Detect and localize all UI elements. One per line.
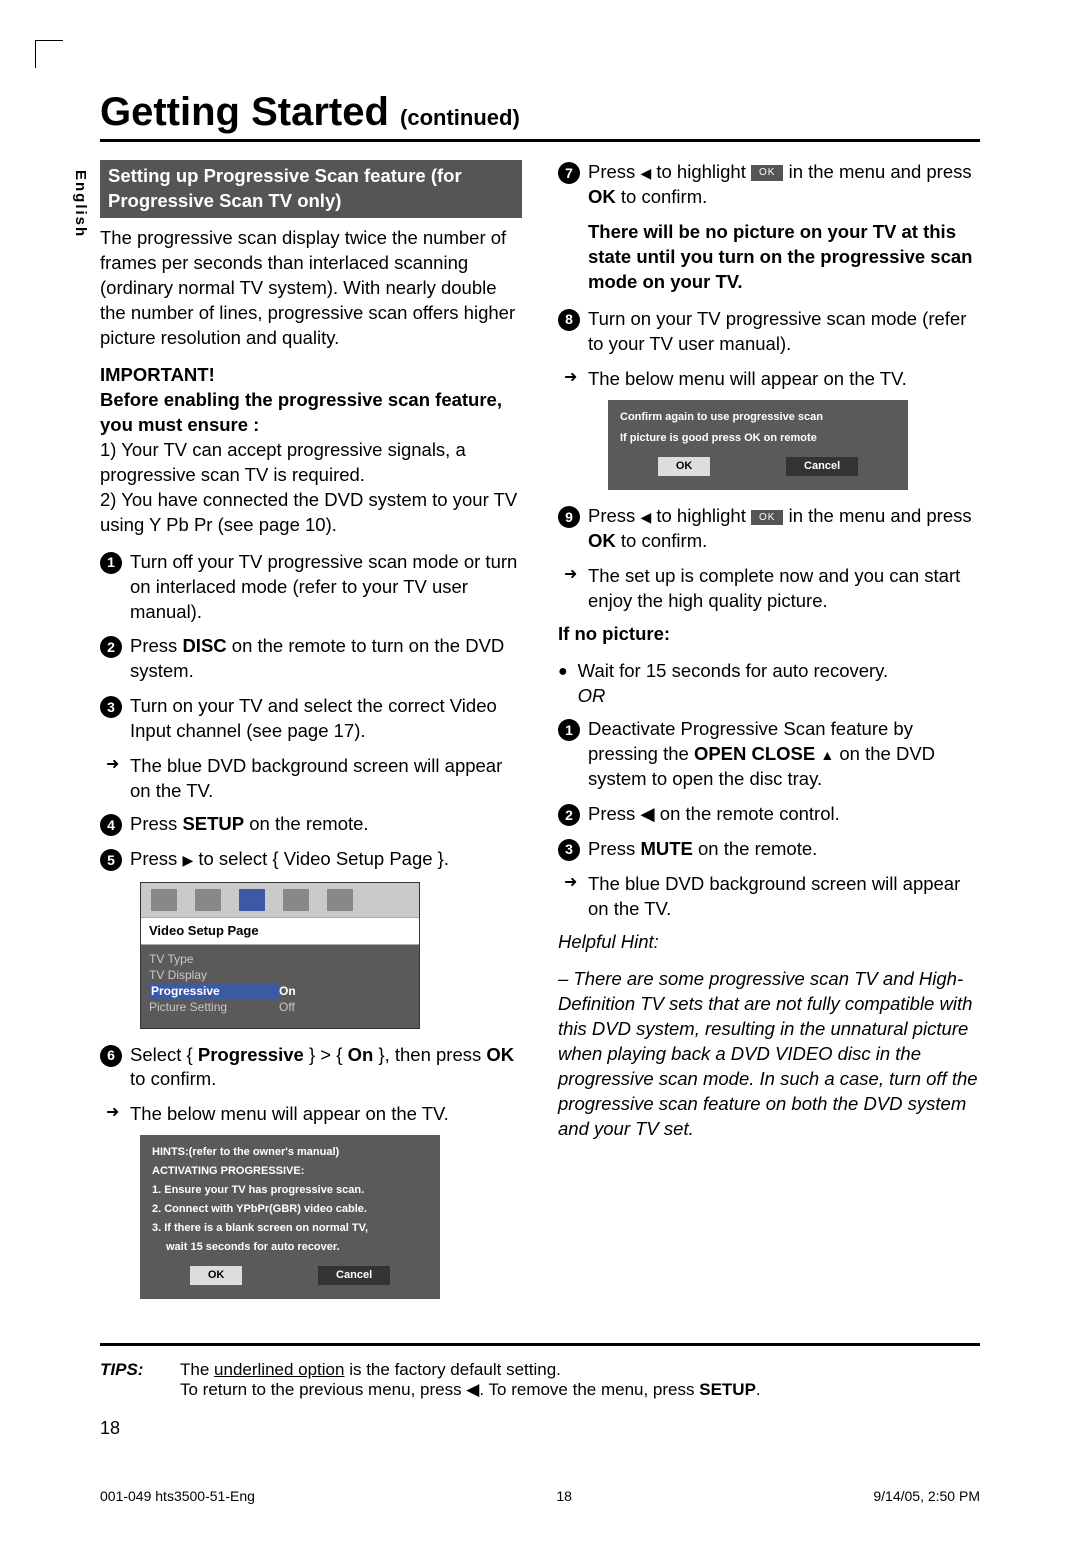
- step-num-9: 9: [558, 506, 580, 528]
- dlg1-ok: OK: [190, 1266, 243, 1285]
- step-5: 5 Press ▶ to select { Video Setup Page }…: [100, 847, 522, 872]
- video-icon: [239, 889, 265, 911]
- step-7-text: Press ◀ to highlight OK in the menu and …: [588, 160, 980, 210]
- ifno-num-1: 1: [558, 719, 580, 741]
- ok-highlight-icon: OK: [751, 510, 783, 526]
- step-4: 4 Press SETUP on the remote.: [100, 812, 522, 837]
- footer-left: 001-049 hts3500-51-Eng: [100, 1488, 255, 1504]
- ifno-wait: Wait for 15 seconds for auto recovery. O…: [558, 659, 980, 709]
- ifno-step-3: 3 Press MUTE on the remote.: [558, 837, 980, 862]
- left-column: Setting up Progressive Scan feature (for…: [100, 160, 522, 1313]
- step-6-text: Select { Progressive } > { On }, then pr…: [130, 1043, 522, 1093]
- left-triangle-icon: ◀: [640, 509, 651, 525]
- right-triangle-icon: ▶: [182, 852, 193, 868]
- footer-mid: 18: [556, 1488, 572, 1504]
- ensure-2: 2) You have connected the DVD system to …: [100, 489, 517, 535]
- step-6-result: The below menu will appear on the TV.: [100, 1102, 522, 1127]
- eject-icon: ▲: [820, 747, 834, 763]
- page-title: Getting Started (continued): [100, 90, 980, 135]
- step-6: 6 Select { Progressive } > { On }, then …: [100, 1043, 522, 1093]
- title-main: Getting Started: [100, 90, 389, 134]
- right-column: 7 Press ◀ to highlight OK in the menu an…: [558, 160, 980, 1313]
- step-3-result: The blue DVD background screen will appe…: [100, 754, 522, 804]
- helpful-hint-body: – There are some progressive scan TV and…: [558, 967, 980, 1142]
- dlg1-cancel: Cancel: [318, 1266, 390, 1285]
- step-8-text: Turn on your TV progressive scan mode (r…: [588, 307, 980, 357]
- step-num-1: 1: [100, 552, 122, 574]
- step-2-text: Press DISC on the remote to turn on the …: [130, 634, 522, 684]
- ifno-2-text: Press ◀ on the remote control.: [588, 802, 980, 827]
- tips-body: The underlined option is the factory def…: [180, 1360, 761, 1400]
- step-7: 7 Press ◀ to highlight OK in the menu an…: [558, 160, 980, 210]
- video-setup-screenshot: Video Setup Page TV Type TV Display Prog…: [140, 882, 420, 1028]
- step-1-text: Turn off your TV progressive scan mode o…: [130, 550, 522, 625]
- step-num-2: 2: [100, 636, 122, 658]
- ifno-step-1: 1 Deactivate Progressive Scan feature by…: [558, 717, 980, 792]
- ifno-num-2: 2: [558, 804, 580, 826]
- left-triangle-icon: ◀: [640, 165, 651, 181]
- ifno-num-3: 3: [558, 839, 580, 861]
- activating-progressive-dialog: HINTS:(refer to the owner's manual) ACTI…: [140, 1135, 440, 1299]
- step-num-7: 7: [558, 162, 580, 184]
- step-9: 9 Press ◀ to highlight OK in the menu an…: [558, 504, 980, 554]
- step-2: 2 Press DISC on the remote to turn on th…: [100, 634, 522, 684]
- important-block: IMPORTANT! Before enabling the progressi…: [100, 363, 522, 538]
- ifno-step-2: 2 Press ◀ on the remote control.: [558, 802, 980, 827]
- step-3-text: Turn on your TV and select the correct V…: [130, 694, 522, 744]
- page-number: 18: [100, 1418, 980, 1439]
- step-num-8: 8: [558, 309, 580, 331]
- audio-icon: [195, 889, 221, 911]
- if-no-picture-heading: If no picture:: [558, 622, 980, 647]
- step-1: 1 Turn off your TV progressive scan mode…: [100, 550, 522, 625]
- step-8-result: The below menu will appear on the TV.: [558, 367, 980, 392]
- step-9-text: Press ◀ to highlight OK in the menu and …: [588, 504, 980, 554]
- vs-body: TV Type TV Display ProgressiveOn Picture…: [141, 945, 419, 1028]
- step-5-text: Press ▶ to select { Video Setup Page }.: [130, 847, 522, 872]
- footer-right: 9/14/05, 2:50 PM: [873, 1488, 980, 1504]
- step-num-4: 4: [100, 814, 122, 836]
- step-3: 3 Turn on your TV and select the correct…: [100, 694, 522, 744]
- ifno-3-result: The blue DVD background screen will appe…: [558, 872, 980, 922]
- tools-icon: [151, 889, 177, 911]
- intro-paragraph: The progressive scan display twice the n…: [100, 226, 522, 351]
- print-footer: 001-049 hts3500-51-Eng 18 9/14/05, 2:50 …: [100, 1488, 980, 1504]
- step-num-5: 5: [100, 849, 122, 871]
- preference-icon: [283, 889, 309, 911]
- crop-mark: [35, 40, 63, 68]
- vs-tab-bar: [141, 883, 419, 917]
- exit-icon: [327, 889, 353, 911]
- step-num-6: 6: [100, 1045, 122, 1067]
- step-4-text: Press SETUP on the remote.: [130, 812, 522, 837]
- helpful-hint-head: Helpful Hint:: [558, 930, 980, 955]
- dlg2-ok: OK: [658, 457, 711, 476]
- tips-label: TIPS:: [100, 1360, 160, 1400]
- ensure-1: 1) Your TV can accept progressive signal…: [100, 439, 466, 485]
- title-rule: [100, 139, 980, 142]
- step-8: 8 Turn on your TV progressive scan mode …: [558, 307, 980, 357]
- ok-highlight-icon: OK: [751, 165, 783, 181]
- no-picture-warning: There will be no picture on your TV at t…: [558, 220, 980, 295]
- title-continued: (continued): [400, 105, 520, 130]
- important-line: Before enabling the progressive scan fea…: [100, 389, 502, 435]
- language-tab: English: [72, 170, 89, 238]
- step-9-result: The set up is complete now and you can s…: [558, 564, 980, 614]
- step-num-3: 3: [100, 696, 122, 718]
- dlg2-cancel: Cancel: [786, 457, 858, 476]
- section-heading: Setting up Progressive Scan feature (for…: [100, 160, 522, 218]
- important-label: IMPORTANT!: [100, 364, 215, 385]
- tips-footer: TIPS: The underlined option is the facto…: [100, 1343, 980, 1400]
- vs-title: Video Setup Page: [141, 917, 419, 945]
- confirm-progressive-dialog: Confirm again to use progressive scan If…: [608, 400, 908, 491]
